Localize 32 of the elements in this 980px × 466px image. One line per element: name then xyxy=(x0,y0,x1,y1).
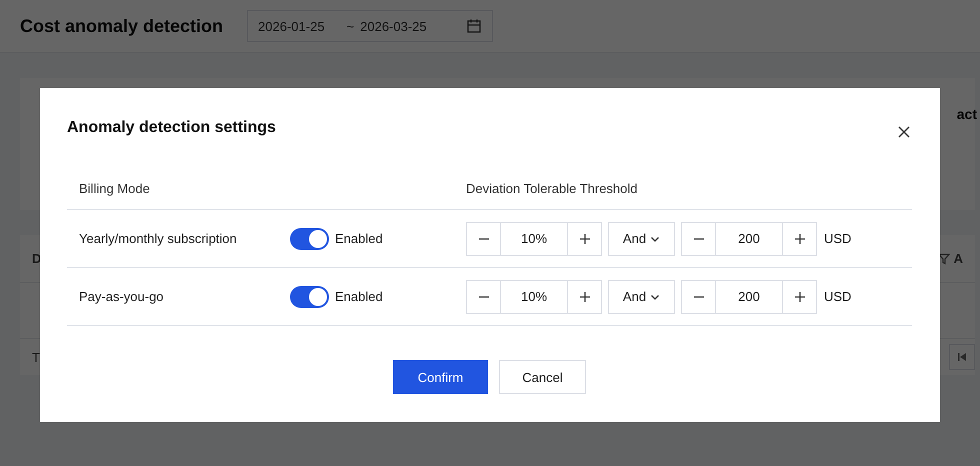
column-header: Deviation Tolerable Threshold xyxy=(466,181,638,196)
close-icon xyxy=(898,126,910,138)
date-separator: ~ xyxy=(346,18,354,34)
column-header: Billing Mode xyxy=(78,181,151,196)
cancel-button[interactable]: Cancel xyxy=(499,360,586,394)
plus-icon xyxy=(794,290,806,302)
close-button[interactable] xyxy=(898,126,910,138)
toggle-label: Enabled xyxy=(335,289,383,304)
total-label: T xyxy=(32,350,40,364)
currency-label: USD xyxy=(824,289,852,304)
column-header: A xyxy=(954,251,963,266)
plus-icon xyxy=(794,232,806,244)
operator-dropdown[interactable]: And xyxy=(608,222,675,256)
filter-icon[interactable] xyxy=(938,252,950,264)
confirm-button[interactable]: Confirm xyxy=(393,360,488,394)
currency-label: USD xyxy=(824,231,852,246)
plus-icon xyxy=(578,290,590,302)
calendar-icon xyxy=(466,18,482,34)
first-page-icon xyxy=(957,352,967,362)
page-title: Cost anomaly detection xyxy=(20,16,224,36)
dialog-title: Anomaly detection settings xyxy=(67,119,276,137)
plus-icon xyxy=(578,232,590,244)
card-title: act xyxy=(956,106,977,122)
billing-mode-label: Pay-as-you-go xyxy=(78,289,165,304)
toggle-label: Enabled xyxy=(335,231,383,246)
first-page-button[interactable] xyxy=(949,344,975,370)
operator-dropdown[interactable]: And xyxy=(608,280,675,314)
start-date: 2026-01-25 xyxy=(258,18,325,34)
toggle-switch[interactable] xyxy=(290,286,329,308)
billing-mode-label: Yearly/monthly subscription xyxy=(78,231,238,246)
end-date: 2026-03-25 xyxy=(360,18,427,34)
toggle-switch[interactable] xyxy=(290,228,329,250)
